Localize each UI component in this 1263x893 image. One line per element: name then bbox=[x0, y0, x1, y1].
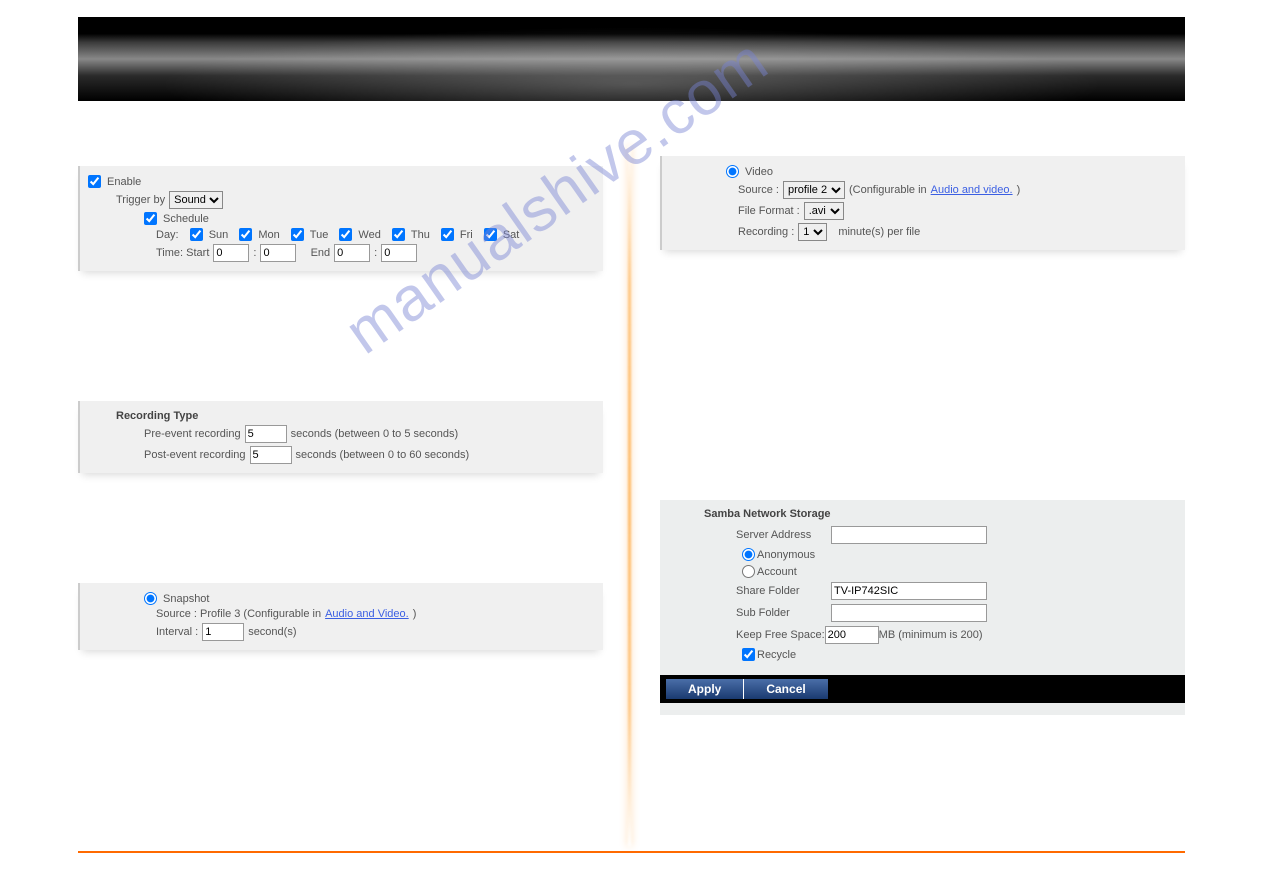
snapshot-audio-video-link[interactable]: Audio and Video. bbox=[325, 608, 409, 620]
recording-select[interactable]: 1 bbox=[798, 223, 827, 241]
anonymous-radio[interactable] bbox=[742, 548, 755, 561]
video-panel: Video Source : profile 2 (Configurable i… bbox=[660, 156, 1185, 250]
video-audio-video-link[interactable]: Audio and video. bbox=[931, 184, 1013, 196]
share-folder-label: Share Folder bbox=[736, 585, 831, 597]
footer-rule bbox=[78, 851, 1185, 853]
day-sat-label: Sat bbox=[503, 229, 520, 241]
interval-label: Interval : bbox=[156, 626, 198, 638]
start-min-input[interactable] bbox=[260, 244, 296, 262]
post-event-hint: seconds (between 0 to 60 seconds) bbox=[296, 449, 470, 461]
interval-input[interactable] bbox=[202, 623, 244, 641]
account-radio[interactable] bbox=[742, 565, 755, 578]
file-format-select[interactable]: .avi bbox=[804, 202, 844, 220]
recording-type-panel: Recording Type Pre-event recording secon… bbox=[78, 401, 603, 473]
time-end-label: End bbox=[311, 247, 331, 259]
day-sun-checkbox[interactable] bbox=[190, 228, 203, 241]
recycle-label: Recycle bbox=[757, 649, 796, 661]
video-config-close: ) bbox=[1017, 184, 1021, 196]
snapshot-source-close: ) bbox=[413, 608, 417, 620]
trigger-by-label: Trigger by bbox=[116, 194, 165, 206]
schedule-checkbox[interactable] bbox=[144, 212, 157, 225]
snapshot-label: Snapshot bbox=[163, 593, 209, 605]
day-thu-label: Thu bbox=[411, 229, 430, 241]
day-wed-label: Wed bbox=[358, 229, 380, 241]
enable-panel: Enable Trigger by Sound Schedule Day: Su… bbox=[78, 166, 603, 271]
day-tue-label: Tue bbox=[310, 229, 329, 241]
video-source-label: Source : bbox=[738, 184, 779, 196]
start-hour-input[interactable] bbox=[213, 244, 249, 262]
day-tue-checkbox[interactable] bbox=[291, 228, 304, 241]
day-label: Day: bbox=[156, 229, 179, 241]
keep-free-input[interactable] bbox=[825, 626, 879, 644]
trigger-by-select[interactable]: Sound bbox=[169, 191, 223, 209]
colon: : bbox=[253, 247, 256, 259]
day-wed-checkbox[interactable] bbox=[339, 228, 352, 241]
schedule-label: Schedule bbox=[163, 213, 209, 225]
day-mon-label: Mon bbox=[258, 229, 279, 241]
page-divider bbox=[628, 146, 631, 846]
video-radio[interactable] bbox=[726, 165, 739, 178]
apply-button[interactable]: Apply bbox=[666, 679, 744, 699]
file-format-label: File Format : bbox=[738, 205, 800, 217]
day-fri-checkbox[interactable] bbox=[441, 228, 454, 241]
post-event-label: Post-event recording bbox=[144, 449, 246, 461]
sub-folder-label: Sub Folder bbox=[736, 607, 831, 619]
colon: : bbox=[374, 247, 377, 259]
anonymous-label: Anonymous bbox=[757, 549, 815, 561]
recording-unit: minute(s) per file bbox=[838, 226, 920, 238]
day-fri-label: Fri bbox=[460, 229, 473, 241]
time-start-label: Time: Start bbox=[156, 247, 209, 259]
sub-folder-input[interactable] bbox=[831, 604, 987, 622]
recording-type-title: Recording Type bbox=[88, 410, 595, 422]
snapshot-panel: Snapshot Source : Profile 3 (Configurabl… bbox=[78, 583, 603, 650]
cancel-button[interactable]: Cancel bbox=[744, 679, 827, 699]
share-folder-input[interactable] bbox=[831, 582, 987, 600]
samba-panel: Samba Network Storage Server Address Ano… bbox=[660, 500, 1185, 715]
enable-checkbox[interactable] bbox=[88, 175, 101, 188]
day-thu-checkbox[interactable] bbox=[392, 228, 405, 241]
post-event-input[interactable] bbox=[250, 446, 292, 464]
pre-event-hint: seconds (between 0 to 5 seconds) bbox=[291, 428, 459, 440]
pre-event-input[interactable] bbox=[245, 425, 287, 443]
end-hour-input[interactable] bbox=[334, 244, 370, 262]
day-mon-checkbox[interactable] bbox=[239, 228, 252, 241]
interval-unit: second(s) bbox=[248, 626, 296, 638]
keep-free-unit: MB (minimum is 200) bbox=[879, 629, 983, 641]
pre-event-label: Pre-event recording bbox=[144, 428, 241, 440]
header-banner bbox=[78, 17, 1185, 101]
keep-free-label: Keep Free Space: bbox=[736, 629, 825, 641]
video-label: Video bbox=[745, 166, 773, 178]
snapshot-radio[interactable] bbox=[144, 592, 157, 605]
video-config-open: (Configurable in bbox=[849, 184, 927, 196]
recording-label: Recording : bbox=[738, 226, 794, 238]
account-label: Account bbox=[757, 566, 797, 578]
server-address-input[interactable] bbox=[831, 526, 987, 544]
enable-label: Enable bbox=[107, 176, 141, 188]
snapshot-source-label: Source : Profile 3 (Configurable in bbox=[156, 608, 321, 620]
end-min-input[interactable] bbox=[381, 244, 417, 262]
button-bar: Apply Cancel bbox=[660, 675, 1185, 703]
server-address-label: Server Address bbox=[736, 529, 831, 541]
day-sat-checkbox[interactable] bbox=[484, 228, 497, 241]
video-source-select[interactable]: profile 2 bbox=[783, 181, 845, 199]
samba-title: Samba Network Storage bbox=[672, 508, 1173, 520]
recycle-checkbox[interactable] bbox=[742, 648, 755, 661]
day-sun-label: Sun bbox=[209, 229, 229, 241]
